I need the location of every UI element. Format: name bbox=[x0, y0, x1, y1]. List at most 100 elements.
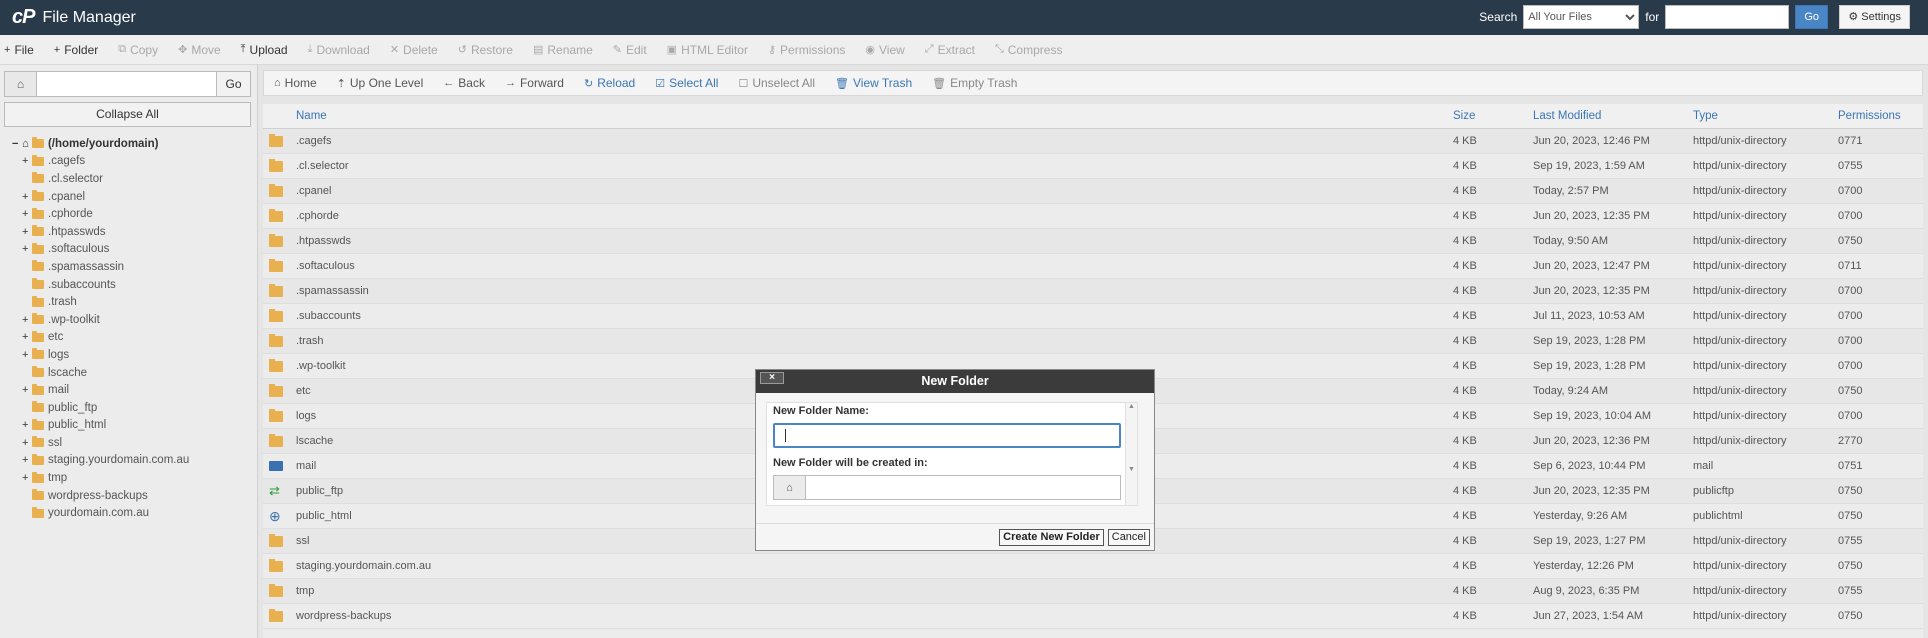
tree-item[interactable]: + .softaculous bbox=[22, 241, 189, 259]
tree-item[interactable]: + .cphorde bbox=[22, 205, 189, 223]
toolbar-extract-button[interactable]: ⤢ Extract bbox=[925, 43, 975, 57]
col-name-header[interactable]: Name bbox=[296, 110, 1453, 122]
tree-item[interactable]: + staging.yourdomain.com.au bbox=[22, 452, 189, 470]
tree-item[interactable]: yourdomain.com.au bbox=[22, 504, 189, 522]
expand-toggle-icon[interactable]: + bbox=[22, 437, 32, 449]
nav-unselect-all-button[interactable]: ☐ Unselect All bbox=[738, 76, 815, 90]
expand-toggle-icon[interactable]: + bbox=[22, 191, 32, 203]
tree-item[interactable]: lscache bbox=[22, 364, 189, 382]
tree-item[interactable]: wordpress-backups bbox=[22, 487, 189, 505]
tree-item[interactable]: + .wp-toolkit bbox=[22, 311, 189, 329]
tree-item[interactable]: + public_html bbox=[22, 417, 189, 435]
toolbar-upload-button[interactable]: ⤒ Upload bbox=[241, 43, 288, 57]
nav-reload-button[interactable]: ↻ Reload bbox=[584, 76, 635, 90]
search-scope-select[interactable]: All Your Files bbox=[1523, 5, 1640, 29]
col-size-header[interactable]: Size bbox=[1453, 110, 1533, 122]
toolbar-label: View bbox=[879, 42, 905, 57]
table-row[interactable]: staging.yourdomain.com.au 4 KB Yesterday, … bbox=[263, 554, 1923, 579]
table-row[interactable]: .cl.selector 4 KB Sep 19, 2023, 1:59 AM htt… bbox=[263, 154, 1923, 179]
tree-item[interactable]: .spamassassin bbox=[22, 258, 189, 276]
tree-item[interactable]: + mail bbox=[22, 381, 189, 399]
toolbar-html-editor-button[interactable]: ▣ HTML Editor bbox=[667, 43, 748, 57]
toolbar-view-button[interactable]: ◉ View bbox=[865, 43, 904, 57]
tree-item[interactable]: + etc bbox=[22, 329, 189, 347]
tree-item[interactable]: + .cpanel bbox=[22, 188, 189, 206]
nav-view-trash-button[interactable]: 🗑 View Trash bbox=[835, 76, 912, 90]
tree-item[interactable]: .subaccounts bbox=[22, 276, 189, 294]
nav-home-button[interactable]: ⌂ Home bbox=[274, 76, 317, 90]
nav-select-all-button[interactable]: ☑ Select All bbox=[655, 76, 718, 90]
table-row[interactable]: .subaccounts 4 KB Jul 11, 2023, 10:53 AM ht… bbox=[263, 304, 1923, 329]
tree-item[interactable]: public_ftp bbox=[22, 399, 189, 417]
close-icon[interactable]: × bbox=[760, 372, 784, 384]
toolbar-download-button[interactable]: ⤓ Download bbox=[308, 43, 370, 57]
toolbar-rename-button[interactable]: ▤ Rename bbox=[533, 43, 593, 57]
home-icon: ⌂ bbox=[774, 476, 806, 499]
collapse-all-button[interactable]: Collapse All bbox=[4, 102, 251, 127]
app-logo[interactable]: cP File Manager bbox=[12, 6, 136, 29]
table-row[interactable]: .softaculous 4 KB Jun 20, 2023, 12:47 PM ht… bbox=[263, 254, 1923, 279]
file-permissions: 2770 bbox=[1838, 435, 1863, 447]
toolbar-permissions-button[interactable]: ⚷ Permissions bbox=[768, 43, 845, 57]
expand-toggle-icon[interactable]: + bbox=[22, 472, 32, 484]
table-row[interactable]: .cagefs 4 KB Jun 20, 2023, 12:46 PM httpd/u… bbox=[263, 129, 1923, 154]
tree-item[interactable]: .cl.selector bbox=[22, 170, 189, 188]
tree-item[interactable]: + .cagefs bbox=[22, 153, 189, 171]
expand-toggle-icon[interactable]: + bbox=[22, 349, 32, 361]
folder-location-field[interactable]: ⌂ bbox=[773, 475, 1121, 500]
path-input[interactable] bbox=[37, 72, 216, 96]
tree-item[interactable]: + ssl bbox=[22, 434, 189, 452]
table-row[interactable]: wordpress-backups 4 KB Jun 27, 2023, 1:54 … bbox=[263, 604, 1923, 629]
toolbar-delete-button[interactable]: ✕ Delete bbox=[390, 43, 438, 57]
folder-name-input[interactable] bbox=[773, 423, 1121, 448]
expand-toggle-icon[interactable]: + bbox=[22, 384, 32, 396]
toolbar-restore-button[interactable]: ↺ Restore bbox=[458, 43, 513, 57]
toolbar-compress-button[interactable]: ⤡ Compress bbox=[995, 43, 1063, 57]
col-modified-header[interactable]: Last Modified bbox=[1533, 110, 1693, 122]
file-modified: Jun 20, 2023, 12:35 PM bbox=[1533, 285, 1650, 297]
table-row[interactable]: .cpanel 4 KB Today, 2:57 PM httpd/unix-dire… bbox=[263, 179, 1923, 204]
tree-item[interactable]: + logs bbox=[22, 346, 189, 364]
file-type: httpd/unix-directory bbox=[1693, 585, 1787, 597]
tree-item[interactable]: − ⌂ (/home/yourdomain) bbox=[12, 135, 189, 153]
toolbar-file-button[interactable]: + File bbox=[4, 43, 34, 57]
settings-button[interactable]: ⚙ Settings bbox=[1839, 5, 1910, 29]
expand-toggle-icon[interactable]: + bbox=[22, 208, 32, 220]
expand-toggle-icon[interactable]: + bbox=[22, 226, 32, 238]
nav-up-one-level-button[interactable]: ⇡ Up One Level bbox=[337, 76, 424, 90]
col-perms-header[interactable]: Permissions bbox=[1838, 110, 1923, 122]
nav-empty-trash-button[interactable]: 🗑 Empty Trash bbox=[932, 76, 1017, 90]
search-label: Search bbox=[1479, 10, 1518, 24]
create-new-folder-button[interactable]: Create New Folder bbox=[999, 529, 1104, 546]
toolbar-copy-button[interactable]: ⧉ Copy bbox=[118, 43, 158, 57]
expand-toggle-icon[interactable]: − bbox=[12, 138, 22, 150]
expand-toggle-icon[interactable]: + bbox=[22, 331, 32, 343]
nav-forward-button[interactable]: → Forward bbox=[505, 76, 564, 90]
toolbar-move-button[interactable]: ✥ Move bbox=[178, 43, 221, 57]
table-row[interactable]: .spamassassin 4 KB Jun 20, 2023, 12:35 PM h… bbox=[263, 279, 1923, 304]
folder-icon bbox=[32, 295, 44, 307]
table-row[interactable]: tmp 4 KB Aug 9, 2023, 6:35 PM httpd/unix-di… bbox=[263, 579, 1923, 604]
tree-item[interactable]: + .htpasswds bbox=[22, 223, 189, 241]
toolbar-edit-button[interactable]: ✎ Edit bbox=[613, 43, 647, 57]
search-go-button[interactable]: Go bbox=[1795, 5, 1828, 29]
cancel-button[interactable]: Cancel bbox=[1107, 529, 1150, 546]
tree-item[interactable]: + tmp bbox=[22, 469, 189, 487]
expand-toggle-icon[interactable]: + bbox=[22, 454, 32, 466]
home-icon[interactable]: ⌂ bbox=[5, 72, 37, 96]
expand-toggle-icon[interactable]: + bbox=[22, 155, 32, 167]
path-go-button[interactable]: Go bbox=[216, 72, 250, 96]
table-row[interactable]: .trash 4 KB Sep 19, 2023, 1:28 PM httpd/uni… bbox=[263, 329, 1923, 354]
expand-toggle-icon[interactable]: + bbox=[22, 314, 32, 326]
expand-toggle-icon[interactable]: + bbox=[22, 419, 32, 431]
table-row[interactable]: .cphorde 4 KB Jun 20, 2023, 12:35 PM httpd/… bbox=[263, 204, 1923, 229]
tree-item[interactable]: .trash bbox=[22, 293, 189, 311]
app-title: File Manager bbox=[42, 8, 136, 26]
nav-back-button[interactable]: ← Back bbox=[443, 76, 485, 90]
col-type-header[interactable]: Type bbox=[1693, 110, 1838, 122]
table-row[interactable]: .htpasswds 4 KB Today, 9:50 AM httpd/unix-d… bbox=[263, 229, 1923, 254]
search-input[interactable] bbox=[1665, 5, 1790, 29]
toolbar-folder-button[interactable]: + Folder bbox=[54, 43, 98, 57]
dialog-scrollbar[interactable]: ▲ ▼ bbox=[1125, 403, 1137, 505]
expand-toggle-icon[interactable]: + bbox=[22, 243, 32, 255]
